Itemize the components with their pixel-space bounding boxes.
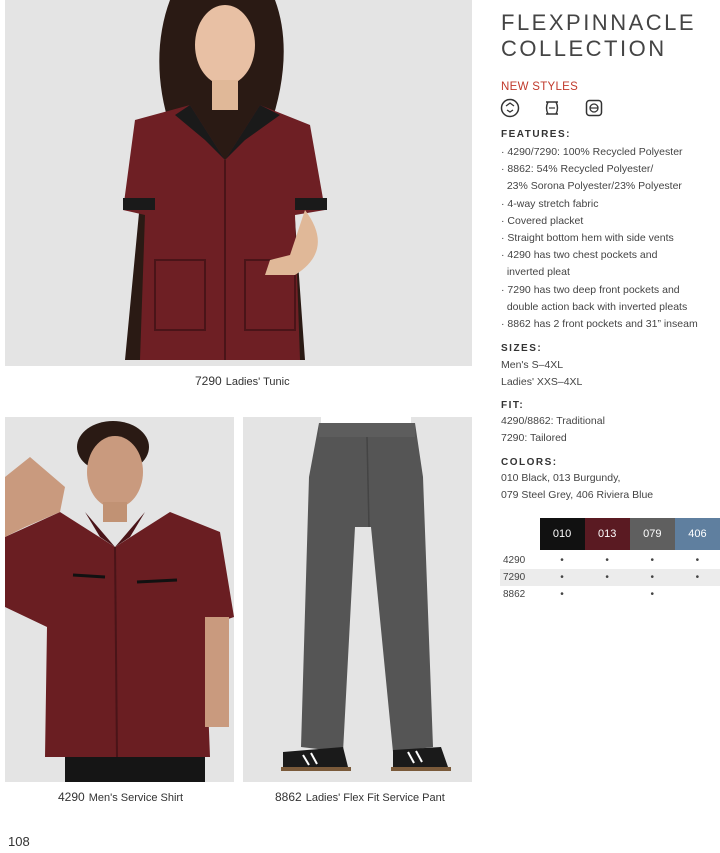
product-code: 8862 <box>275 790 302 804</box>
availability-dot: • <box>560 572 564 583</box>
sizes-list: Men's S–4XL Ladies' XXS–4XL <box>501 357 582 391</box>
availability-dot: • <box>695 572 700 583</box>
product-code: 7290 <box>195 374 222 388</box>
availability-dot: • <box>560 555 564 566</box>
feature-line: · 8862: 54% Recycled Polyester/ <box>501 163 654 176</box>
feature-line: · Straight bottom hem with side vents <box>501 232 674 245</box>
availability-dot: • <box>650 572 655 583</box>
feature-line: · 7290 has two deep front pockets and <box>501 283 680 296</box>
color-line: 079 Steel Grey, 406 Riviera Blue <box>501 489 654 502</box>
product-name: Ladies' Flex Fit Service Pant <box>305 792 445 804</box>
caption-ladies-tunic: 7290 Ladies' Tunic <box>195 374 290 388</box>
color-line: 010 Black, 013 Burgundy, <box>501 472 621 484</box>
availability-dot: • <box>695 555 700 566</box>
fit-heading: FIT: <box>501 400 525 411</box>
size-line: Men's S–4XL <box>501 359 564 371</box>
table-row: 7290 • • • • <box>500 569 720 586</box>
colors-list: 010 Black, 013 Burgundy, 079 Steel Grey,… <box>501 470 653 504</box>
collection-title-line-2: COLLECTION <box>501 36 667 61</box>
product-name: Men's Service Shirt <box>88 792 184 804</box>
caption-ladies-flex-fit-pant: 8862 Ladies' Flex Fit Service Pant <box>275 790 445 804</box>
pant-illustration <box>243 417 472 782</box>
stretch-fabric-icon <box>542 98 562 118</box>
photo-ladies-tunic <box>5 0 472 366</box>
feature-line: 23% Sorona Polyester/23% Polyester <box>501 180 682 193</box>
feature-line: inverted pleat <box>501 266 570 279</box>
features-list: · 4290/7290: 100% Recycled Polyester · 8… <box>501 144 698 333</box>
sizes-heading: SIZES: <box>501 343 543 354</box>
fit-line: 7290: Tailored <box>501 432 567 445</box>
features-heading: FEATURES: <box>501 129 571 140</box>
sorona-icon <box>584 98 604 118</box>
color-availability-table: 010 013 079 406 4290 • • • • 7290 • • • … <box>500 518 720 603</box>
product-code: 4290 <box>58 790 85 804</box>
availability-dot: • <box>605 555 609 566</box>
feature-line: · 8862 has 2 front pockets and 31” insea… <box>501 318 698 331</box>
tunic-illustration <box>5 0 472 366</box>
feature-line: double action back with inverted pleats <box>501 300 688 313</box>
swatch-079: 079 <box>629 518 675 550</box>
availability-dot: • <box>650 555 655 566</box>
colors-heading: COLORS: <box>501 457 558 468</box>
collection-title: FLEXPINNACLE COLLECTION <box>501 10 696 62</box>
collection-title-line-1: FLEXPINNACLE <box>501 10 697 35</box>
size-line: Ladies' XXS–4XL <box>501 376 583 389</box>
availability-dot: • <box>560 589 564 600</box>
row-style: 4290 <box>503 555 526 566</box>
table-header-row: 010 013 079 406 <box>500 518 720 550</box>
feature-line: · Covered placket <box>501 214 584 227</box>
product-name: Ladies' Tunic <box>225 376 290 388</box>
feature-line: · 4290/7290: 100% Recycled Polyester <box>501 146 683 158</box>
swatch-010: 010 <box>539 518 585 550</box>
shirt-illustration <box>5 417 234 782</box>
swatch-013: 013 <box>584 518 630 550</box>
row-style: 7290 <box>503 572 526 583</box>
table-row: 4290 • • • • <box>500 552 720 569</box>
table-row: 8862 • • <box>500 586 720 603</box>
photo-ladies-flex-fit-pant <box>243 417 472 782</box>
caption-mens-service-shirt: 4290 Men's Service Shirt <box>58 790 183 804</box>
page-number: 108 <box>8 834 30 849</box>
feature-line: · 4290 has two chest pockets and <box>501 249 658 262</box>
photo-mens-service-shirt <box>5 417 234 782</box>
feature-line: · 4-way stretch fabric <box>501 197 599 210</box>
availability-dot: • <box>650 589 655 600</box>
fit-line: 4290/8862: Traditional <box>501 415 605 427</box>
style-icons <box>500 98 604 118</box>
swatch-406: 406 <box>674 518 720 550</box>
fit-list: 4290/8862: Traditional 7290: Tailored <box>501 413 605 447</box>
recycle-icon <box>500 98 520 118</box>
new-styles-label: NEW STYLES <box>501 81 579 93</box>
availability-dot: • <box>605 572 609 583</box>
row-style: 8862 <box>503 589 526 600</box>
